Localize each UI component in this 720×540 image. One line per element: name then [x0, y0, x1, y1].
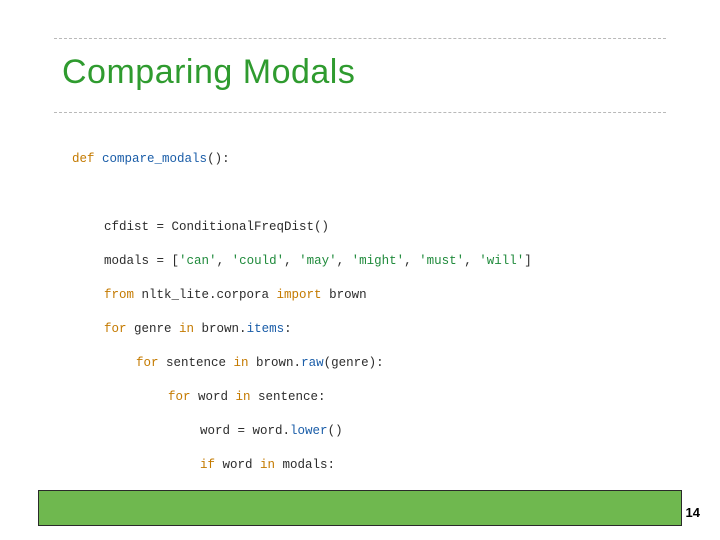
code-line: for genre in brown.items:	[104, 321, 672, 338]
footer: 14	[0, 490, 720, 540]
code-line: cfdist = ConditionalFreqDist()	[104, 219, 672, 236]
code-line: for word in sentence:	[168, 389, 672, 406]
code-block: def compare_modals(): cfdist = Condition…	[72, 134, 672, 540]
title-box: Comparing Modals	[54, 38, 666, 113]
code-line: from nltk_lite.corpora import brown	[104, 287, 672, 304]
code-line: if word in modals:	[200, 457, 672, 474]
code-blank-line	[72, 185, 672, 202]
slide-title: Comparing Modals	[62, 53, 658, 92]
slide: Comparing Modals def compare_modals(): c…	[0, 0, 720, 540]
footer-bar	[38, 490, 682, 526]
code-line: modals = ['can', 'could', 'may', 'might'…	[104, 253, 672, 270]
code-line: def compare_modals():	[72, 151, 672, 168]
page-number: 14	[686, 505, 700, 520]
code-line: word = word.lower()	[200, 423, 672, 440]
code-line: for sentence in brown.raw(genre):	[136, 355, 672, 372]
